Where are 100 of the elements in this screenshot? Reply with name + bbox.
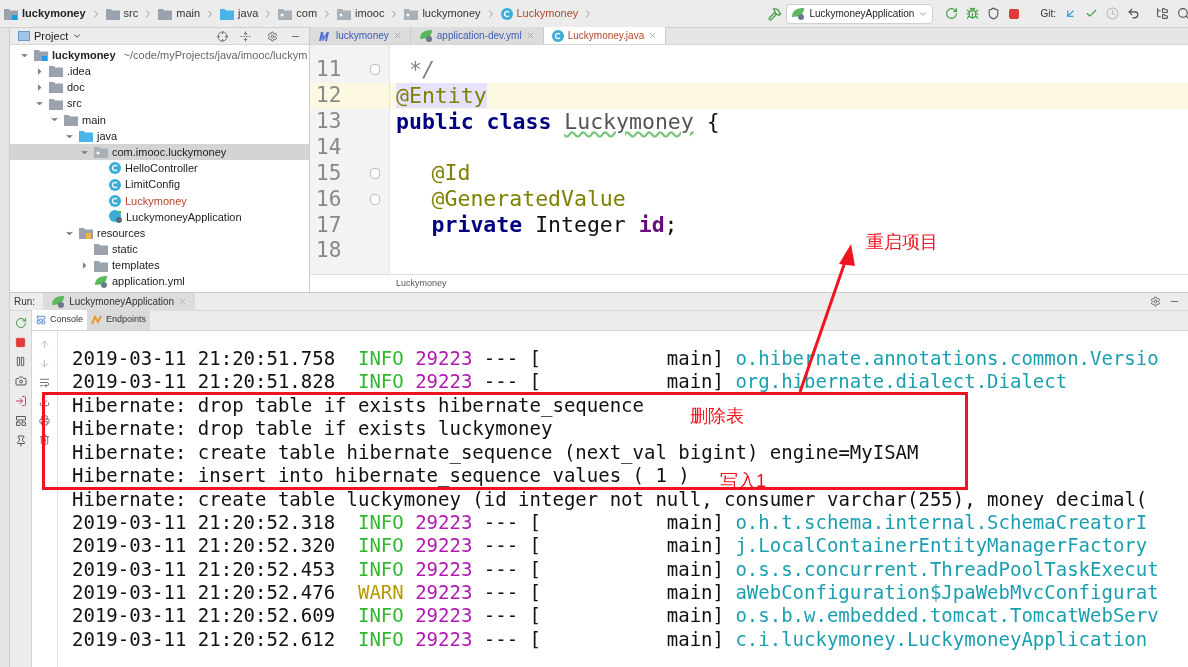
log-thread: main]: [666, 604, 725, 628]
log-thread: main]: [666, 510, 725, 535]
log-logger: o.s.s.concurrent.ThreadPoolTaskExecut: [735, 557, 1159, 581]
fold-marker-icon[interactable]: [370, 193, 380, 205]
tree-item[interactable]: LimitConfig: [10, 176, 309, 193]
bug-icon[interactable]: [966, 7, 980, 20]
pause-icon[interactable]: [15, 356, 26, 367]
tree-item[interactable]: src: [10, 95, 309, 112]
breadcrumb-item[interactable]: java: [220, 5, 259, 22]
tree-item[interactable]: java: [10, 127, 309, 145]
collapse-all-icon[interactable]: [240, 30, 251, 42]
package-folder-icon: [94, 146, 108, 159]
log-thread: main]: [666, 581, 725, 605]
breadcrumb-item[interactable]: imooc: [337, 5, 385, 22]
line-number: 14: [315, 133, 343, 161]
code-line: public class Luckymoney {: [396, 107, 720, 136]
close-icon[interactable]: [648, 31, 658, 40]
log-level: INFO: [357, 534, 405, 558]
breadcrumb-item[interactable]: src: [105, 5, 139, 22]
editor-tab[interactable]: application-dev.yml: [410, 27, 544, 44]
search-icon[interactable]: [1177, 7, 1188, 20]
log-level: INFO: [357, 370, 405, 394]
package-folder-icon: [404, 7, 419, 20]
commit-check-icon[interactable]: [1085, 7, 1098, 20]
settings-icon[interactable]: [267, 30, 278, 42]
log-level: INFO: [357, 627, 405, 652]
console-line: Hibernate: insert into hibernate_sequence values ( 1 ): [72, 466, 690, 486]
console-tab[interactable]: Console: [32, 310, 88, 330]
run-configuration-dropdown[interactable]: LuckymoneyApplication: [786, 3, 934, 24]
stop-icon[interactable]: [1008, 7, 1021, 20]
log-pid: 29223: [415, 604, 474, 628]
print-icon[interactable]: [39, 415, 50, 426]
tree-item[interactable]: com.imooc.luckymoney: [10, 144, 309, 161]
breadcrumb-item[interactable]: Luckymoney: [500, 5, 579, 22]
console-line: Hibernate: create table luckymoney (id integer not null, consumer varchar(255), money decimal(: [72, 489, 1148, 509]
project-structure-icon[interactable]: [1156, 7, 1169, 20]
wrap-icon[interactable]: [39, 377, 50, 388]
tree-item[interactable]: .idea: [10, 63, 309, 80]
editor-breadcrumb[interactable]: Luckymoney: [396, 276, 447, 291]
rerun-icon[interactable]: [945, 7, 959, 20]
log-level: INFO: [357, 604, 405, 628]
tree-item[interactable]: main: [10, 111, 309, 128]
settings-icon[interactable]: [1150, 296, 1161, 307]
tree-item-label: src: [67, 96, 82, 112]
log-time: 2019-03-11 21:20:51.758: [72, 347, 337, 371]
tree-item[interactable]: resources: [10, 225, 309, 242]
log-thread: main]: [666, 557, 725, 581]
code-line: @GeneratedValue: [431, 185, 626, 214]
tree-item-label: .idea: [67, 64, 91, 80]
project-view-dropdown[interactable]: Project: [34, 28, 83, 45]
code-line: private Integer id;: [431, 211, 678, 240]
module-folder-icon: [34, 49, 48, 62]
revert-icon[interactable]: [1127, 7, 1140, 20]
breadcrumb-item[interactable]: com: [278, 5, 318, 22]
tree-item[interactable]: luckymoney ~/code/myProjects/java/imooc/luckym: [10, 47, 309, 64]
tree-item[interactable]: LuckymoneyApplication: [10, 208, 309, 226]
tree-item[interactable]: Luckymoney: [10, 192, 309, 209]
breadcrumb-item[interactable]: luckymoney: [404, 5, 481, 22]
breadcrumb-item[interactable]: main: [158, 5, 201, 22]
fold-marker-icon[interactable]: [370, 64, 380, 76]
tree-item-label: application.yml: [112, 274, 185, 290]
log-thread: main]: [666, 347, 725, 371]
tree-item[interactable]: static: [10, 241, 309, 258]
tree-item-label: doc: [67, 80, 85, 96]
tree-item[interactable]: doc: [10, 79, 309, 96]
camera-icon[interactable]: [14, 375, 27, 387]
panel-icon: [18, 31, 30, 41]
hammer-icon[interactable]: [768, 6, 783, 21]
tree-item[interactable]: HelloController: [10, 160, 309, 177]
pin-icon[interactable]: [14, 435, 27, 447]
editor-tab[interactable]: Luckymoney.java: [543, 27, 667, 44]
exit-icon[interactable]: [14, 395, 27, 407]
log-level: WARN: [357, 581, 405, 605]
tree-item[interactable]: application.yml: [10, 273, 309, 290]
fold-marker-icon[interactable]: [370, 168, 380, 179]
log-separator: --- [: [483, 370, 542, 394]
trash-icon[interactable]: [39, 434, 50, 445]
tree-item-label: LimitConfig: [125, 177, 181, 193]
tree-item[interactable]: templates: [10, 257, 309, 274]
folder-icon: [64, 113, 78, 126]
log-pid: 29223: [415, 534, 474, 558]
log-pid: 29223: [415, 370, 474, 394]
run-tab[interactable]: LuckymoneyApplication: [43, 292, 196, 311]
layout-icon[interactable]: [14, 415, 27, 427]
editor-tab[interactable]: luckymoney: [310, 27, 411, 44]
log-thread: main]: [666, 534, 725, 558]
folder-icon: [105, 7, 120, 20]
package-folder-icon: [278, 7, 293, 20]
coverage-icon[interactable]: [987, 7, 1001, 20]
log-separator: --- [: [483, 347, 542, 371]
update-arrow-icon[interactable]: [1064, 7, 1077, 20]
stop-icon[interactable]: [15, 337, 26, 348]
line-number: 11: [315, 56, 343, 84]
locate-icon[interactable]: [217, 30, 228, 42]
console-tab[interactable]: Endpoints: [87, 310, 151, 330]
log-logger: o.h.t.schema.internal.SchemaCreatorI: [735, 510, 1148, 535]
rerun-icon[interactable]: [14, 317, 27, 329]
log-thread: main]: [666, 627, 725, 652]
breadcrumb-item[interactable]: luckymoney: [4, 5, 86, 22]
log-time: 2019-03-11 21:20:52.453: [72, 557, 337, 581]
